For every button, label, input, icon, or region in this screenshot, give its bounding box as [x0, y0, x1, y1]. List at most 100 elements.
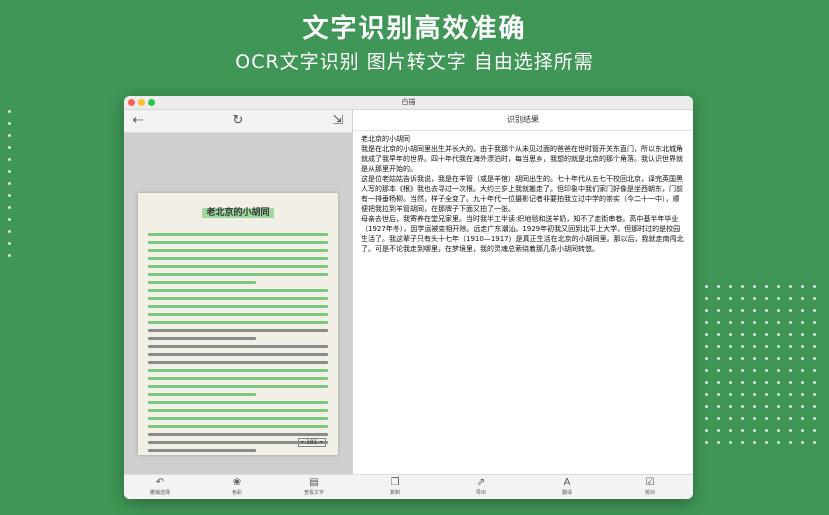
export-button[interactable]: ⇗ 导出	[461, 477, 501, 496]
decorative-dot	[705, 381, 708, 384]
decorative-dot	[789, 417, 792, 420]
decorative-dot	[705, 309, 708, 312]
undo-selection-button[interactable]: ↶ 撤销选择	[140, 477, 180, 496]
decorative-dot	[813, 441, 816, 444]
decorative-dot	[8, 218, 11, 221]
decorative-dot	[741, 417, 744, 420]
export-label: 导出	[475, 490, 486, 496]
page-text-line	[148, 377, 328, 380]
decorative-dot	[717, 429, 720, 432]
decorative-dot	[789, 321, 792, 324]
page-text-line	[148, 233, 328, 236]
decorative-dot	[741, 369, 744, 372]
decorative-dot	[729, 297, 732, 300]
decorative-dot	[717, 345, 720, 348]
decorative-dot	[753, 441, 756, 444]
decorative-dot	[741, 405, 744, 408]
decorative-dot	[813, 333, 816, 336]
page-text-line	[148, 449, 256, 452]
color-label: 色彩	[231, 490, 242, 496]
decorative-dot	[765, 381, 768, 384]
decorative-dot	[717, 321, 720, 324]
close-window-button[interactable]	[128, 99, 135, 106]
subline: OCR文字识别 图片转文字 自由选择所需	[235, 51, 594, 73]
zoom-window-button[interactable]	[148, 99, 155, 106]
translate-label: 翻译	[561, 490, 572, 496]
decorative-dot	[777, 309, 780, 312]
decorative-dot	[765, 321, 768, 324]
decorative-dot	[741, 309, 744, 312]
decorative-dot	[8, 122, 11, 125]
decorative-dot	[765, 357, 768, 360]
copy-button[interactable]: ❐ 复制	[375, 477, 415, 496]
decorative-dot	[729, 429, 732, 432]
decorative-dot	[705, 369, 708, 372]
translate-button[interactable]: A 翻译	[547, 477, 587, 496]
page-text-line	[148, 313, 328, 316]
back-arrow-icon[interactable]: ⇠	[130, 113, 146, 129]
undo-selection-label: 撤销选择	[149, 490, 170, 496]
page-text-line	[148, 417, 328, 420]
decorative-dot	[741, 345, 744, 348]
result-text[interactable]: 老北京的小胡同 我是在北京的小胡同里出生并长大的。由于我那个从未见过面的爸爸在世…	[353, 131, 693, 254]
undo-icon: ↶	[155, 477, 165, 488]
page-text-line	[148, 345, 328, 348]
color-button[interactable]: ❀ 色彩	[217, 477, 257, 496]
text-line-highlights[interactable]	[148, 233, 328, 457]
page-text-line	[148, 321, 328, 324]
decorative-dot	[813, 429, 816, 432]
decorative-dot	[801, 405, 804, 408]
decorative-dot	[813, 357, 816, 360]
decorative-dot	[729, 417, 732, 420]
result-pane: 识别结果 老北京的小胡同 我是在北京的小胡同里出生并长大的。由于我那个从未见过面…	[353, 110, 693, 475]
decorative-dot	[789, 393, 792, 396]
page-text-line	[148, 249, 328, 252]
decorative-dot	[813, 345, 816, 348]
decorative-dot	[813, 309, 816, 312]
decorative-dot	[777, 285, 780, 288]
scanned-page[interactable]: 老北京的小胡同 • 181 •	[138, 193, 338, 455]
page-text-line	[148, 281, 256, 284]
decorative-dot	[753, 321, 756, 324]
decorative-dot	[789, 309, 792, 312]
view-text-button[interactable]: ▤ 查看文字	[294, 477, 334, 496]
minimize-window-button[interactable]	[138, 99, 145, 106]
page-text-line	[148, 337, 256, 340]
decorative-dot	[813, 321, 816, 324]
page-text-line	[148, 241, 328, 244]
decorative-dot	[753, 333, 756, 336]
decorative-dot	[705, 345, 708, 348]
page-text-line	[148, 385, 328, 388]
page-text-line	[148, 425, 328, 428]
decorative-dot	[741, 285, 744, 288]
decorative-dot	[765, 285, 768, 288]
decorative-dot	[717, 405, 720, 408]
decorative-dot	[729, 309, 732, 312]
decorative-dot	[705, 285, 708, 288]
decorative-dot	[765, 297, 768, 300]
decorative-dot	[753, 309, 756, 312]
decorative-dot	[801, 309, 804, 312]
decorative-dot	[705, 333, 708, 336]
decorative-dot	[777, 417, 780, 420]
decorative-dot	[8, 110, 11, 113]
page-text-line	[148, 409, 328, 412]
page-text-line	[148, 273, 328, 276]
decorative-dot	[777, 393, 780, 396]
rotate-icon[interactable]: ↻	[230, 113, 246, 129]
app-window: 白描 ⇠ ↻ ⇲ 老北京的小胡同 • 181 • 识别结果 老北京的小胡同 我是…	[124, 96, 693, 499]
decorative-dot	[789, 441, 792, 444]
title-bar: 白描	[124, 96, 693, 110]
export-icon[interactable]: ⇲	[330, 113, 346, 129]
proofread-button[interactable]: ☑ 校对	[630, 477, 670, 496]
decorative-dot	[765, 393, 768, 396]
decorative-dot	[753, 297, 756, 300]
decorative-dot	[753, 369, 756, 372]
decorative-dot	[801, 321, 804, 324]
decorative-dot	[717, 441, 720, 444]
decorative-dot	[753, 357, 756, 360]
decorative-dot	[8, 242, 11, 245]
decorative-dot	[801, 429, 804, 432]
decorative-dot	[801, 345, 804, 348]
proofread-label: 校对	[644, 490, 655, 496]
